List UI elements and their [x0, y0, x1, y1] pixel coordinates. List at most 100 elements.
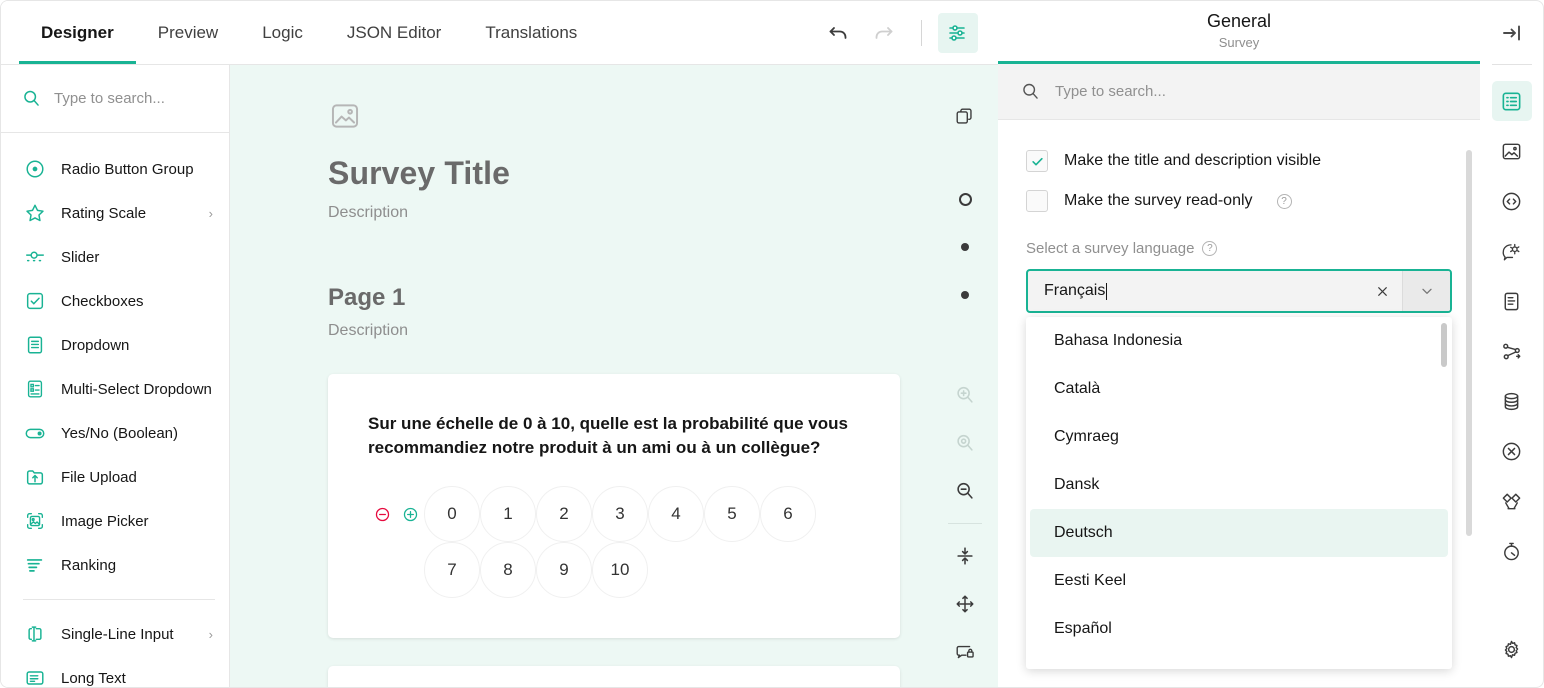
- help-icon[interactable]: ?: [1277, 194, 1292, 209]
- survey-creator-app: Designer Preview Logic JSON Editor Trans…: [0, 0, 1544, 688]
- rail-item-properties[interactable]: [1492, 81, 1532, 121]
- tab-translations[interactable]: Translations: [463, 1, 599, 64]
- nps-option[interactable]: 4: [648, 486, 704, 542]
- property-panel-scrollbar-thumb[interactable]: [1466, 150, 1472, 536]
- toolbox-item-image-picker[interactable]: Image Picker: [1, 499, 229, 543]
- rail-item-validation[interactable]: [1492, 431, 1532, 471]
- page-indicator-dot-1[interactable]: [945, 223, 985, 271]
- dropdown-option[interactable]: Bahasa Indonesia: [1030, 317, 1448, 365]
- checkbox-survey-read-only[interactable]: [1026, 190, 1048, 212]
- top-tab-bar: Designer Preview Logic JSON Editor Trans…: [1, 1, 998, 64]
- zoom-reset-button[interactable]: [945, 419, 985, 467]
- rail-item-timer[interactable]: [1492, 531, 1532, 571]
- nps-option[interactable]: 10: [592, 542, 648, 598]
- nps-option[interactable]: 5: [704, 486, 760, 542]
- toolbox-item-dropdown[interactable]: Dropdown: [1, 323, 229, 367]
- tab-json-editor[interactable]: JSON Editor: [325, 1, 463, 64]
- toolbox-item-slider[interactable]: Slider: [1, 235, 229, 279]
- circle-outline-icon: [959, 193, 972, 206]
- checkbox-label: Make the title and description visible: [1064, 152, 1321, 170]
- zoom-out-button[interactable]: [945, 467, 985, 515]
- nps-option[interactable]: 7: [424, 542, 480, 598]
- dropdown-option[interactable]: Dansk: [1030, 461, 1448, 509]
- language-select-toggle-button[interactable]: [1402, 271, 1450, 311]
- fit-height-icon: [954, 545, 976, 567]
- rail-item-logic[interactable]: [1492, 331, 1532, 371]
- undo-icon: [827, 21, 851, 45]
- toolbox-item-checkboxes[interactable]: Checkboxes: [1, 279, 229, 323]
- toolbox-search[interactable]: Type to search...: [1, 65, 229, 133]
- duplicate-page-button[interactable]: [945, 93, 985, 141]
- dropdown-option[interactable]: Eesti Keel: [1030, 557, 1448, 605]
- fit-height-button[interactable]: [945, 532, 985, 580]
- collapse-panel-button[interactable]: [1480, 1, 1543, 64]
- toolbox-item-ranking[interactable]: Ranking: [1, 543, 229, 587]
- page-indicator-dot-2[interactable]: [945, 271, 985, 319]
- property-panel: General Survey Type to search... Make th…: [998, 0, 1480, 688]
- fit-page-button[interactable]: [945, 580, 985, 628]
- property-search[interactable]: Type to search...: [998, 64, 1480, 120]
- dropdown-option[interactable]: Català: [1030, 365, 1448, 413]
- tab-logic[interactable]: Logic: [240, 1, 325, 64]
- redo-button[interactable]: [865, 13, 905, 53]
- checkbox-title-description-visible[interactable]: [1026, 150, 1048, 172]
- rail-item-settings[interactable]: [1492, 629, 1532, 669]
- close-icon: [1376, 285, 1389, 298]
- help-icon[interactable]: ?: [1202, 241, 1217, 256]
- rail-item-pages[interactable]: [1492, 281, 1532, 321]
- question-card-nps[interactable]: Sur une échelle de 0 à 10, quelle est la…: [328, 374, 900, 638]
- page-description[interactable]: Description: [328, 322, 932, 340]
- rail-item-question-settings[interactable]: [1492, 231, 1532, 271]
- undo-button[interactable]: [819, 13, 859, 53]
- tab-designer[interactable]: Designer: [19, 1, 136, 64]
- language-select-value: Français: [1044, 282, 1105, 300]
- nps-increase-button[interactable]: [396, 486, 424, 542]
- survey-description[interactable]: Description: [328, 204, 932, 222]
- nps-option[interactable]: 2: [536, 486, 592, 542]
- question-title[interactable]: Sur une échelle de 0 à 10, quelle est la…: [368, 412, 860, 460]
- nps-option[interactable]: 3: [592, 486, 648, 542]
- rail-item-code[interactable]: [1492, 181, 1532, 221]
- dropdown-option[interactable]: Cymraeg: [1030, 413, 1448, 461]
- language-select-clear-button[interactable]: [1362, 271, 1402, 311]
- toolbar-divider: [921, 20, 922, 46]
- rail-item-data[interactable]: [1492, 381, 1532, 421]
- nps-option[interactable]: 8: [480, 542, 536, 598]
- tab-preview[interactable]: Preview: [136, 1, 240, 64]
- toolbox-item-label: Yes/No (Boolean): [61, 425, 178, 442]
- document-icon: [1500, 290, 1523, 313]
- toolbox-item-rating-scale[interactable]: Rating Scale ›: [1, 191, 229, 235]
- gear-icon: [1500, 638, 1523, 661]
- question-card-next[interactable]: [328, 666, 900, 687]
- nps-option[interactable]: 9: [536, 542, 592, 598]
- rail-item-list: [1492, 65, 1532, 629]
- page-title[interactable]: Page 1: [328, 284, 932, 312]
- theme-settings-button[interactable]: [938, 13, 978, 53]
- slider-icon: [23, 245, 47, 269]
- zoom-in-button[interactable]: [945, 371, 985, 419]
- sliders-icon: [946, 21, 970, 45]
- device-lock-button[interactable]: [945, 628, 985, 676]
- language-select[interactable]: Français: [1026, 269, 1452, 313]
- survey-logo-placeholder[interactable]: [328, 99, 362, 133]
- toolbox-item-long-text[interactable]: Long Text: [1, 656, 229, 687]
- rail-item-images[interactable]: [1492, 131, 1532, 171]
- toolbox-item-single-line-input[interactable]: Single-Line Input ›: [1, 612, 229, 656]
- nps-option[interactable]: 6: [760, 486, 816, 542]
- dropdown-scrollbar-thumb[interactable]: [1441, 323, 1447, 367]
- circle-filled-icon: [961, 243, 969, 251]
- toolbox-item-radio-button-group[interactable]: Radio Button Group: [1, 147, 229, 191]
- toolbox-item-multi-select-dropdown[interactable]: Multi-Select Dropdown: [1, 367, 229, 411]
- rail-item-masks[interactable]: [1492, 481, 1532, 521]
- nps-option[interactable]: 1: [480, 486, 536, 542]
- nps-decrease-button[interactable]: [368, 486, 396, 542]
- language-select-value-wrap[interactable]: Français: [1028, 282, 1362, 300]
- dropdown-option[interactable]: Deutsch: [1030, 509, 1448, 557]
- survey-title[interactable]: Survey Title: [328, 155, 932, 192]
- nps-option[interactable]: 0: [424, 486, 480, 542]
- dropdown-option[interactable]: Español: [1030, 605, 1448, 653]
- toolbox-item-yes-no-boolean[interactable]: Yes/No (Boolean): [1, 411, 229, 455]
- multi-select-dropdown-icon: [23, 377, 47, 401]
- page-indicator-outline[interactable]: [945, 175, 985, 223]
- toolbox-item-file-upload[interactable]: File Upload: [1, 455, 229, 499]
